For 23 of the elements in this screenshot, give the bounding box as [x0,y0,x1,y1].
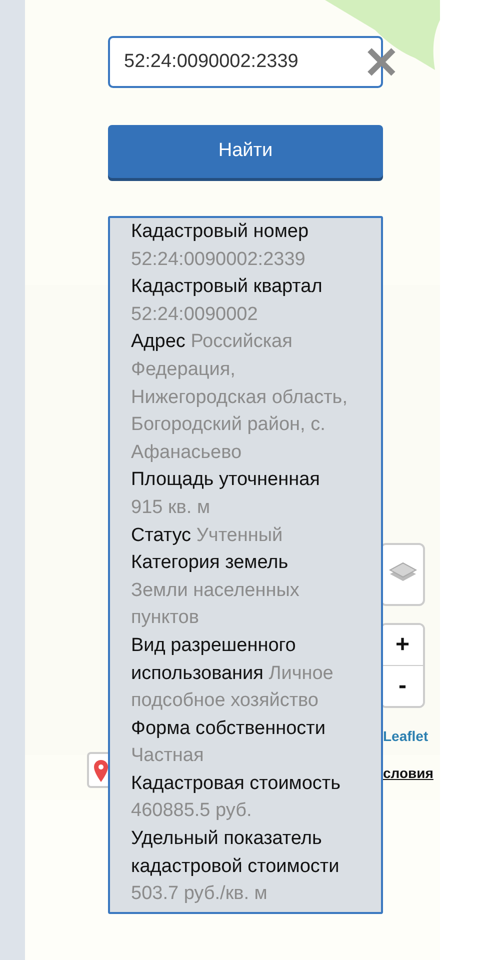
find-button[interactable]: Найти [108,125,383,178]
field-label: Кадастровый номер [131,220,310,244]
field-label: Кадастровая стоимость [131,772,342,796]
field-value: 915 кв. м [131,496,212,520]
field-value: Частная [131,744,205,768]
field-value: 460885.5 руб. [131,799,253,824]
field-value: 52:24:0090002:2339 [131,248,306,272]
field-value: 52:24:0090002 [131,302,259,327]
info-entry: Вид разрешенного использования Личное подсобное хозяйство [131,634,334,714]
info-entry: Статус Учтенный [131,524,284,548]
terms-link[interactable]: словия [383,763,434,784]
field-value: Земли населенных пунктов [131,578,300,630]
layers-button[interactable] [380,543,425,606]
field-label: Форма собственности [131,716,326,741]
field-label: Удельный показатель кадастровой стоимости [131,827,340,879]
field-label: Площадь уточненная [131,468,321,492]
attribution-link[interactable]: Leaflet [383,726,428,747]
field-label: Категория земель [131,551,290,576]
field-value: 503.7 руб./кв. м [131,882,268,906]
pin-icon [94,760,108,782]
field-label: Кадастровый квартал [131,275,324,300]
location-button[interactable] [87,752,108,788]
info-entry: Адрес Российская Федерация, Нижегородская область, Богородский район, с. Афанасьево [131,330,348,465]
